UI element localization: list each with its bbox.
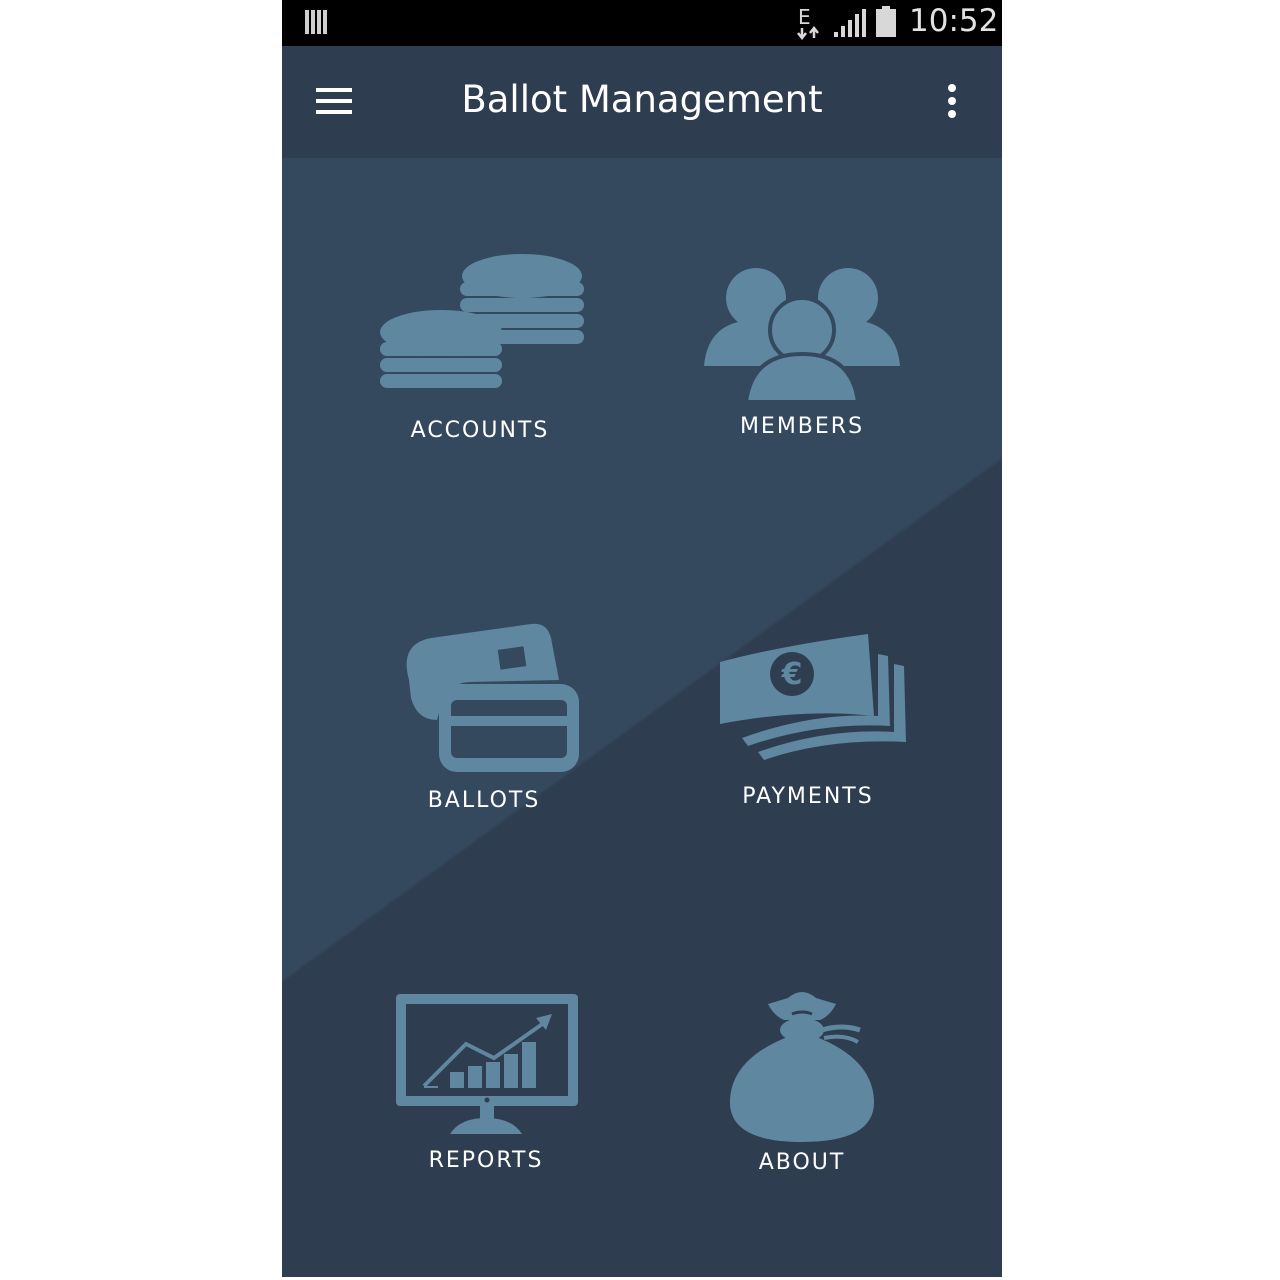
- people-icon: [704, 268, 900, 404]
- chart-monitor-icon: [396, 994, 578, 1134]
- accounts-label: ACCOUNTS: [410, 418, 550, 443]
- signal-icon: [832, 8, 868, 42]
- data-transfer-icon: E: [796, 4, 828, 44]
- dashboard-grid: ACCOUNTS MEMBERS BALLOTS € PAYMENTS REPO…: [282, 158, 1002, 1277]
- accounts-tile[interactable]: ACCOUNTS: [350, 250, 610, 443]
- app-toolbar: Ballot Management: [282, 46, 1002, 158]
- phone-screen: E 10:52 Ballot Management ACCOUNTS MEMBE…: [282, 0, 1002, 1277]
- battery-icon: [875, 6, 897, 42]
- coins-icon: [380, 254, 584, 388]
- members-tile[interactable]: MEMBERS: [672, 250, 932, 439]
- network-type-label: E: [798, 5, 811, 29]
- hamburger-menu-icon: [316, 88, 352, 114]
- ballots-tile[interactable]: BALLOTS: [354, 620, 614, 813]
- payments-tile[interactable]: € PAYMENTS: [678, 620, 938, 809]
- overflow-menu-icon: [948, 84, 956, 118]
- ballots-label: BALLOTS: [427, 788, 541, 813]
- app-title: Ballot Management: [461, 78, 823, 121]
- payments-label: PAYMENTS: [742, 784, 874, 809]
- euro-banknotes-icon: €: [720, 634, 906, 760]
- overflow-menu-button[interactable]: [942, 82, 974, 126]
- about-label: ABOUT: [758, 1150, 846, 1175]
- svg-text:€: €: [781, 657, 803, 692]
- about-tile[interactable]: ABOUT: [672, 990, 932, 1175]
- money-bag-icon: [729, 992, 875, 1142]
- reports-tile[interactable]: REPORTS: [356, 990, 616, 1173]
- hamburger-menu-button[interactable]: [314, 84, 362, 124]
- status-bar: E 10:52: [282, 0, 1002, 46]
- status-clock: 10:52: [909, 3, 999, 39]
- notification-icon: [304, 8, 330, 40]
- cards-icon: [406, 623, 579, 772]
- members-label: MEMBERS: [739, 414, 865, 439]
- reports-label: REPORTS: [428, 1148, 544, 1173]
